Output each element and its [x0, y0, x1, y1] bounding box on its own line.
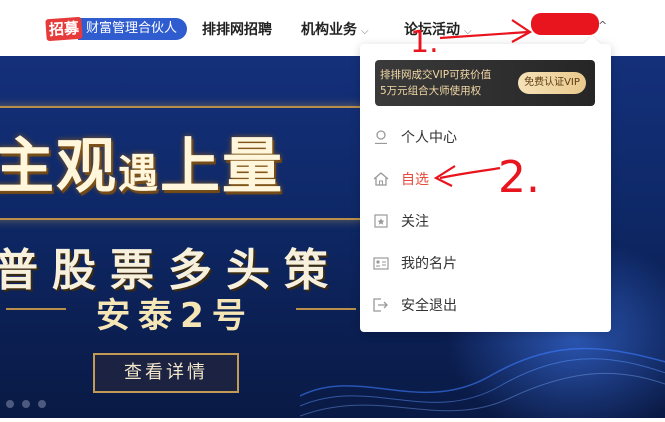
headline-part: 主观: [0, 132, 118, 202]
carousel-dot[interactable]: [22, 400, 30, 408]
vip-promo-card[interactable]: 排排网成交VIP可获价值 5万元组合大师使用权 免费认证VIP: [375, 60, 595, 106]
view-details-button[interactable]: 查看详情: [93, 353, 239, 393]
banner-headline: 主观遇上量: [0, 118, 284, 205]
menu-item-label: 个人中心: [401, 130, 457, 146]
nav-item-recruitment[interactable]: 排排网招聘: [202, 19, 272, 39]
nav-item-institution[interactable]: 机构业务 ⌵: [301, 19, 369, 39]
home-icon: [373, 171, 389, 187]
redacted-username[interactable]: [531, 13, 599, 35]
menu-item-label: 关注: [401, 214, 429, 230]
vip-promo-line: 排排网成交VIP可获价值: [380, 69, 492, 81]
carousel-dot[interactable]: [38, 400, 46, 408]
star-icon: [373, 213, 389, 229]
card-icon: [373, 255, 389, 271]
vip-promo-line: 5万元组合大师使用权: [380, 85, 482, 97]
decor-line: [296, 308, 356, 310]
user-dropdown-menu: 排排网成交VIP可获价值 5万元组合大师使用权 免费认证VIP 个人中心 自选 …: [360, 35, 611, 332]
nav-item-forum[interactable]: 论坛活动 ⌵: [404, 19, 472, 39]
recruit-partner-badge[interactable]: 招募 财富管理合伙人: [45, 16, 188, 42]
nav-item-label: 机构业务: [301, 22, 357, 38]
logout-icon: [373, 297, 389, 313]
nav-item-label: 排排网招聘: [202, 22, 272, 38]
menu-item-follow[interactable]: 关注: [360, 204, 611, 238]
menu-item-label: 自选: [401, 172, 429, 188]
chevron-down-icon: ⌵: [361, 26, 369, 37]
carousel-dots: [6, 400, 46, 408]
menu-item-logout[interactable]: 安全退出: [360, 288, 611, 322]
headline-part: 上量: [160, 132, 284, 202]
free-vip-button[interactable]: 免费认证VIP: [518, 72, 586, 94]
menu-item-label: 安全退出: [401, 298, 457, 314]
banner-product-name: 安泰2号: [96, 296, 254, 336]
user-icon: [373, 129, 389, 145]
menu-item-watchlist[interactable]: 自选: [360, 162, 611, 196]
headline-part: 遇: [118, 151, 160, 197]
recruit-text: 财富管理合伙人: [78, 18, 188, 40]
nav-item-label: 论坛活动: [404, 22, 460, 38]
menu-item-personal-center[interactable]: 个人中心: [360, 120, 611, 154]
chevron-down-icon: ⌵: [464, 26, 472, 37]
menu-item-business-card[interactable]: 我的名片: [360, 246, 611, 280]
carousel-dot[interactable]: [6, 400, 14, 408]
recruit-tag: 招募: [45, 16, 83, 42]
menu-item-label: 我的名片: [401, 256, 457, 272]
chevron-up-icon[interactable]: ^: [598, 19, 607, 32]
